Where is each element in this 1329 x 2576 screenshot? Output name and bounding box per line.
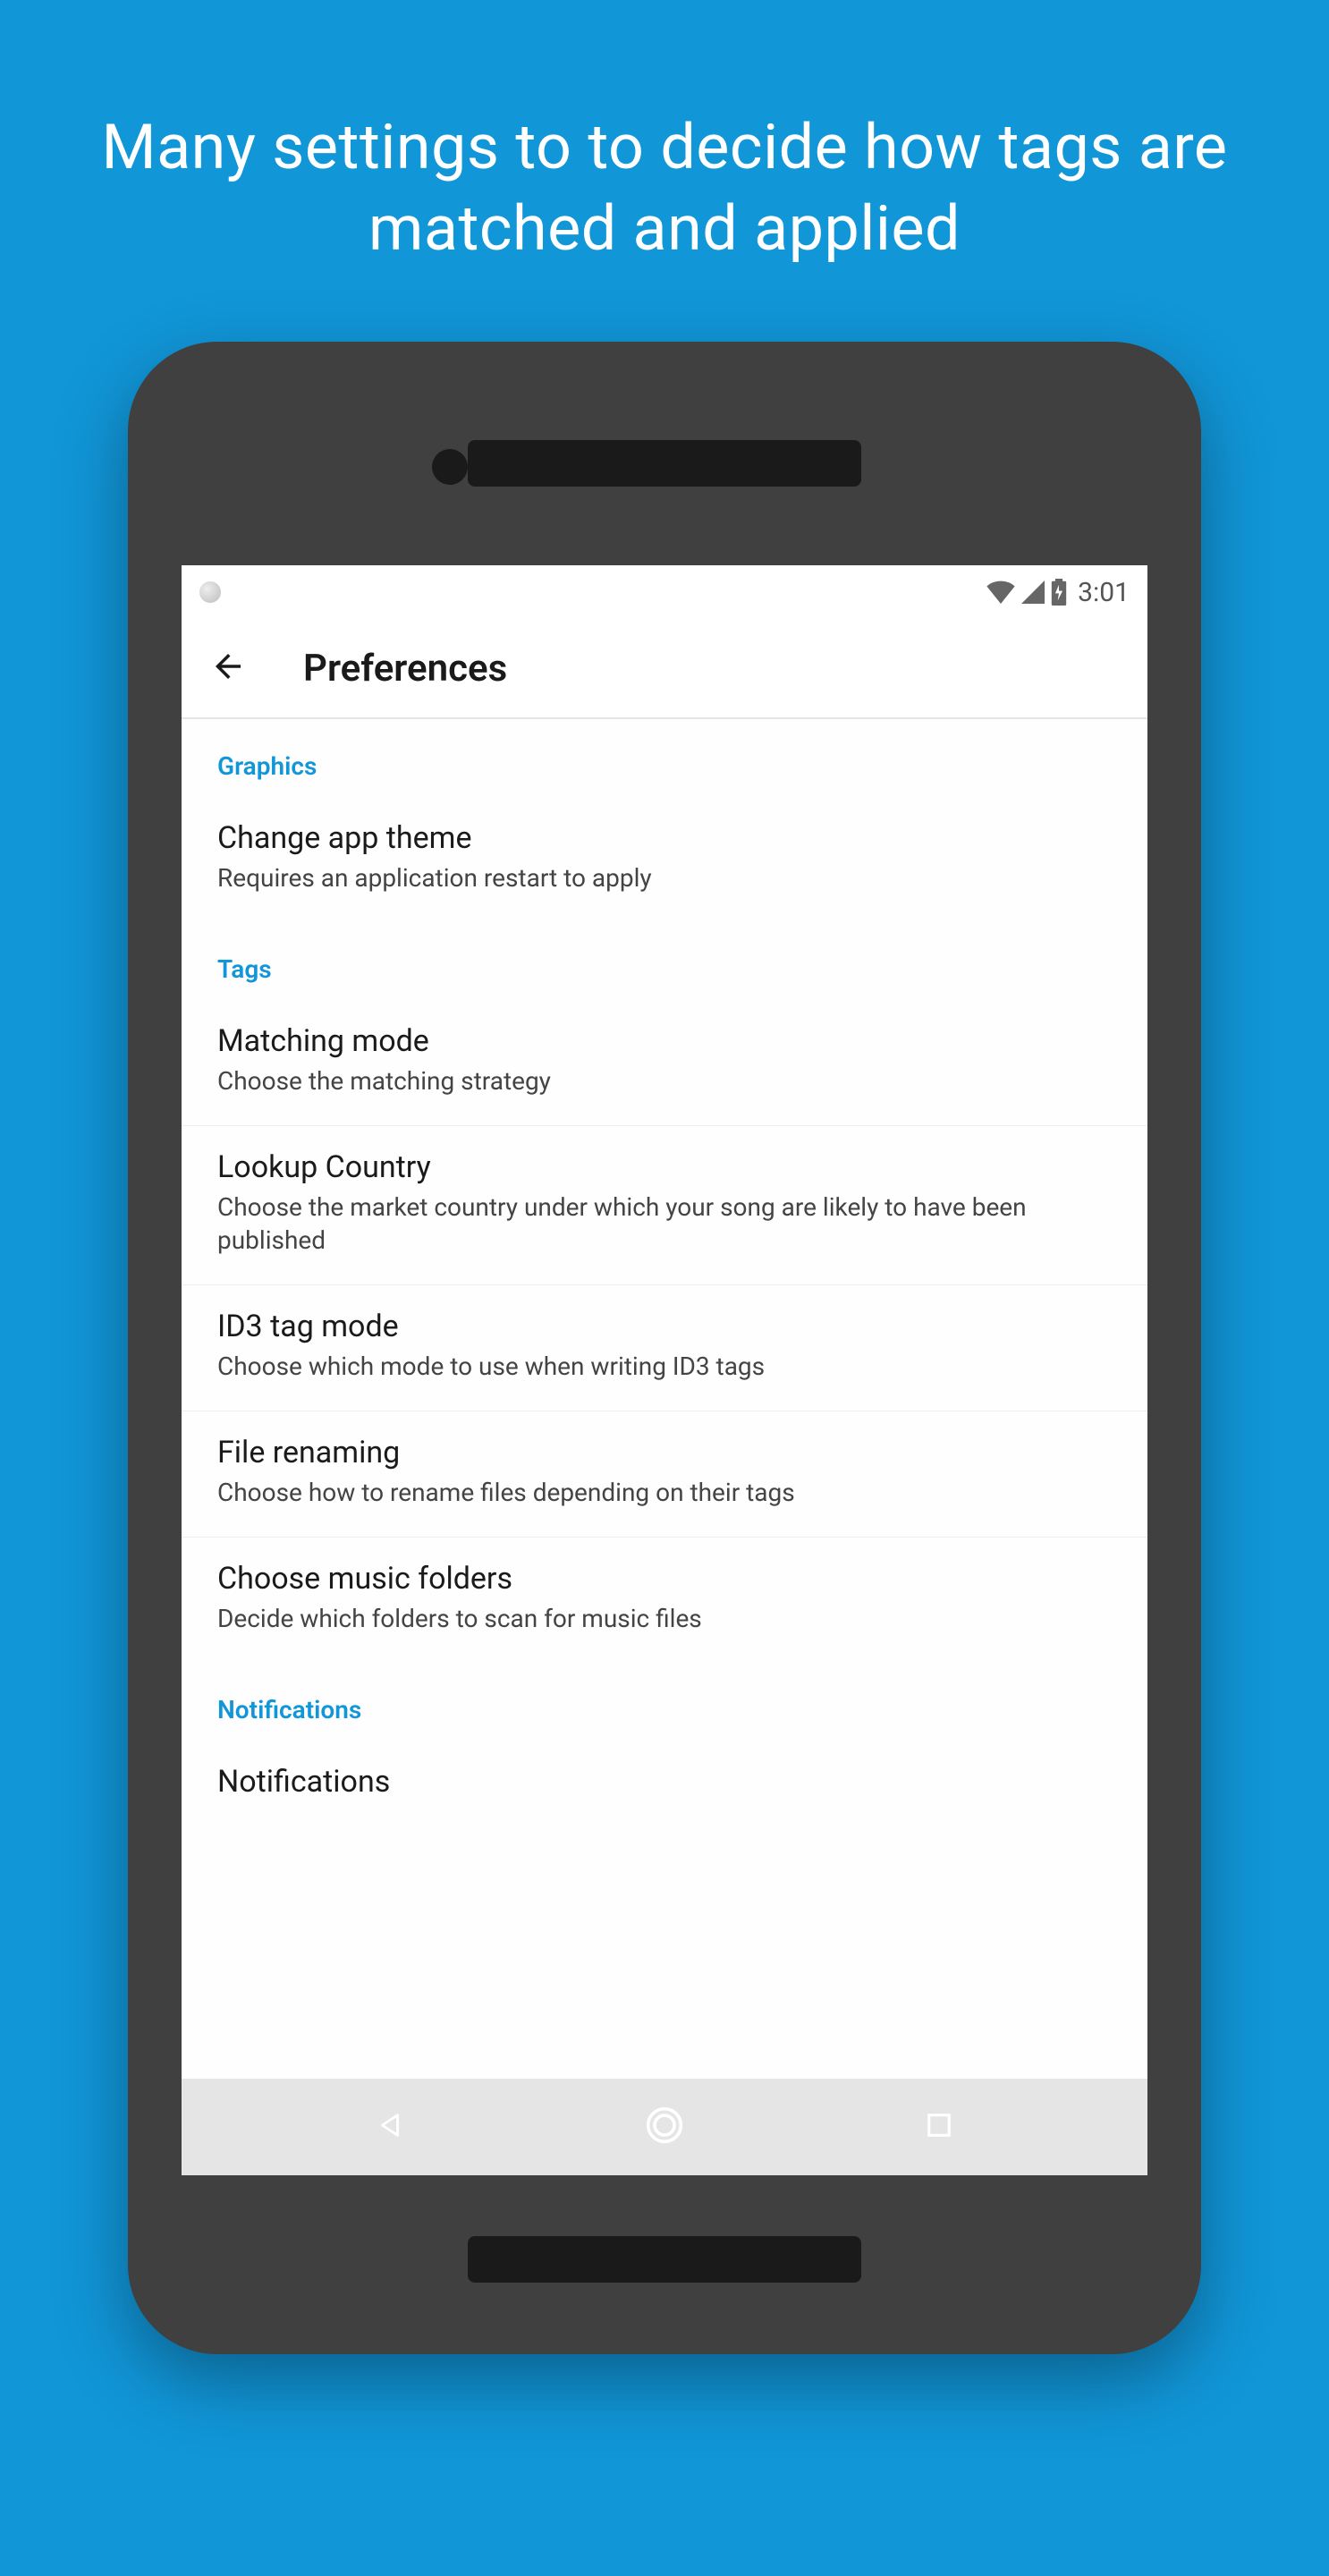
pref-lookup-country[interactable]: Lookup Country Choose the market country…	[182, 1126, 1147, 1286]
status-time: 3:01	[1078, 577, 1130, 608]
pref-choose-music-folders[interactable]: Choose music folders Decide which folder…	[182, 1538, 1147, 1663]
phone-frame: 3:01 Preferences Graphics Change app the…	[128, 342, 1201, 2354]
section-header-graphics: Graphics	[182, 719, 1147, 797]
nav-back-icon	[375, 2110, 405, 2144]
status-bar: 3:01	[182, 565, 1147, 619]
nav-recent-icon	[926, 2112, 952, 2142]
arrow-back-icon	[209, 648, 247, 689]
app-bar: Preferences	[182, 619, 1147, 719]
pref-title: Choose music folders	[217, 1561, 1112, 1597]
pref-subtitle: Decide which folders to scan for music f…	[217, 1602, 1112, 1636]
phone-screen: 3:01 Preferences Graphics Change app the…	[182, 565, 1147, 2175]
status-right: 3:01	[986, 577, 1130, 608]
battery-charging-icon	[1051, 579, 1067, 606]
page-title: Preferences	[303, 647, 507, 691]
wifi-icon	[986, 580, 1015, 604]
pref-subtitle: Requires an application restart to apply	[217, 861, 1112, 895]
nav-home-icon	[645, 2106, 684, 2148]
cell-signal-icon	[1020, 580, 1045, 604]
back-button[interactable]	[207, 647, 250, 690]
pref-title: Change app theme	[217, 820, 1112, 856]
android-nav-bar	[182, 2079, 1147, 2175]
pref-matching-mode[interactable]: Matching mode Choose the matching strate…	[182, 1000, 1147, 1126]
section-header-notifications: Notifications	[182, 1663, 1147, 1741]
nav-home-button[interactable]	[645, 2107, 684, 2147]
nav-back-button[interactable]	[370, 2107, 410, 2147]
status-left	[199, 581, 221, 603]
nav-recent-button[interactable]	[919, 2107, 959, 2147]
pref-notifications[interactable]: Notifications	[182, 1741, 1147, 1800]
pref-file-renaming[interactable]: File renaming Choose how to rename files…	[182, 1411, 1147, 1538]
status-indicator-icon	[199, 581, 221, 603]
pref-title: Matching mode	[217, 1023, 1112, 1059]
pref-title: Notifications	[217, 1764, 1112, 1800]
phone-speaker-bottom	[468, 2236, 861, 2283]
pref-change-app-theme[interactable]: Change app theme Requires an application…	[182, 797, 1147, 922]
pref-title: Lookup Country	[217, 1149, 1112, 1185]
pref-title: ID3 tag mode	[217, 1309, 1112, 1344]
section-header-tags: Tags	[182, 922, 1147, 1000]
pref-id3-tag-mode[interactable]: ID3 tag mode Choose which mode to use wh…	[182, 1285, 1147, 1411]
promo-headline: Many settings to to decide how tags are …	[0, 0, 1329, 342]
pref-subtitle: Choose which mode to use when writing ID…	[217, 1350, 1112, 1384]
pref-subtitle: Choose how to rename files depending on …	[217, 1476, 1112, 1510]
preferences-content: Graphics Change app theme Requires an ap…	[182, 719, 1147, 2079]
pref-subtitle: Choose the market country under which yo…	[217, 1191, 1112, 1258]
phone-speaker-top	[468, 440, 861, 487]
phone-camera	[432, 449, 468, 485]
pref-title: File renaming	[217, 1435, 1112, 1470]
pref-subtitle: Choose the matching strategy	[217, 1064, 1112, 1098]
